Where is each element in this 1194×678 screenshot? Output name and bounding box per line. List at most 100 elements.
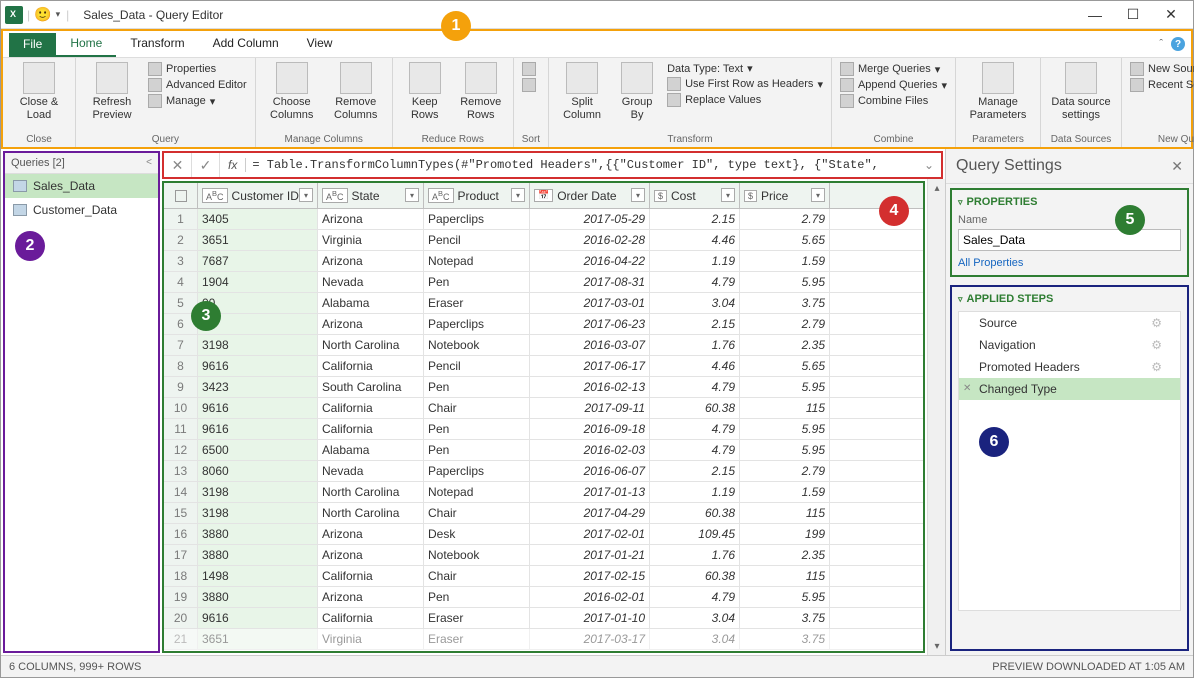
- cell-cost[interactable]: 1.19: [650, 251, 740, 271]
- table-row[interactable]: 73198North CarolinaNotebook2016-03-071.7…: [164, 335, 923, 356]
- cell-customer-id[interactable]: 3198: [198, 482, 318, 502]
- cell-customer-id[interactable]: 3651: [198, 230, 318, 250]
- table-row[interactable]: 143198North CarolinaNotepad2017-01-131.1…: [164, 482, 923, 503]
- advanced-editor-button[interactable]: Advanced Editor: [148, 78, 247, 92]
- cell-state[interactable]: California: [318, 566, 424, 586]
- column-header-price[interactable]: $Price▾: [740, 183, 830, 208]
- data-source-settings-button[interactable]: Data source settings: [1049, 62, 1113, 122]
- cell-order-date[interactable]: 2017-02-01: [530, 524, 650, 544]
- query-item-sales[interactable]: Sales_Data: [5, 174, 158, 198]
- cell-cost[interactable]: 3.04: [650, 629, 740, 649]
- cell-state[interactable]: North Carolina: [318, 335, 424, 355]
- cell-cost[interactable]: 109.45: [650, 524, 740, 544]
- cell-order-date[interactable]: 2016-02-28: [530, 230, 650, 250]
- remove-rows-button[interactable]: Remove Rows: [457, 62, 505, 122]
- cell-order-date[interactable]: 2017-01-10: [530, 608, 650, 628]
- minimize-button[interactable]: —: [1087, 7, 1103, 23]
- cell-order-date[interactable]: 2016-09-18: [530, 419, 650, 439]
- help-icon[interactable]: ?: [1171, 37, 1185, 51]
- table-row[interactable]: 126500AlabamaPen2016-02-034.795.95: [164, 440, 923, 461]
- table-row[interactable]: 213651VirginiaEraser2017-03-173.043.75: [164, 629, 923, 650]
- cell-cost[interactable]: 60.38: [650, 398, 740, 418]
- table-row[interactable]: 119616CaliforniaPen2016-09-184.795.95: [164, 419, 923, 440]
- cell-customer-id[interactable]: 3880: [198, 524, 318, 544]
- filter-icon[interactable]: ▾: [631, 188, 645, 202]
- cell-cost[interactable]: 2.15: [650, 314, 740, 334]
- cell-cost[interactable]: 4.79: [650, 587, 740, 607]
- cell-product[interactable]: Pen: [424, 272, 530, 292]
- table-row[interactable]: 93423South CarolinaPen2016-02-134.795.95: [164, 377, 923, 398]
- cell-price[interactable]: 2.79: [740, 209, 830, 229]
- cell-customer-id[interactable]: 7687: [198, 251, 318, 271]
- cell-order-date[interactable]: 2017-08-31: [530, 272, 650, 292]
- group-by-button[interactable]: Group By: [615, 62, 659, 122]
- cell-product[interactable]: Chair: [424, 566, 530, 586]
- data-type-button[interactable]: Data Type: Text ▾: [667, 62, 823, 75]
- cell-product[interactable]: Desk: [424, 524, 530, 544]
- column-header-product[interactable]: ABCProduct▾: [424, 183, 530, 208]
- tab-view[interactable]: View: [293, 31, 347, 57]
- sort-asc-button[interactable]: [522, 62, 536, 76]
- cell-cost[interactable]: 4.79: [650, 272, 740, 292]
- maximize-button[interactable]: ☐: [1125, 7, 1141, 23]
- cell-state[interactable]: Arizona: [318, 545, 424, 565]
- gear-icon[interactable]: ⚙: [1151, 338, 1162, 352]
- append-queries-button[interactable]: Append Queries ▾: [840, 78, 947, 92]
- cell-order-date[interactable]: 2017-05-29: [530, 209, 650, 229]
- cell-state[interactable]: South Carolina: [318, 377, 424, 397]
- cell-order-date[interactable]: 2017-04-29: [530, 503, 650, 523]
- table-row[interactable]: 193880ArizonaPen2016-02-014.795.95: [164, 587, 923, 608]
- cell-price[interactable]: 115: [740, 503, 830, 523]
- applied-step[interactable]: Promoted Headers⚙: [959, 356, 1180, 378]
- cell-order-date[interactable]: 2016-03-07: [530, 335, 650, 355]
- table-row[interactable]: 500AlabamaEraser2017-03-013.043.75: [164, 293, 923, 314]
- cell-price[interactable]: 115: [740, 398, 830, 418]
- cell-price[interactable]: 2.35: [740, 545, 830, 565]
- cell-price[interactable]: 5.95: [740, 440, 830, 460]
- table-row[interactable]: 13405ArizonaPaperclips2017-05-292.152.79: [164, 209, 923, 230]
- cell-customer-id[interactable]: 3651: [198, 629, 318, 649]
- cell-customer-id[interactable]: 1498: [198, 566, 318, 586]
- cell-customer-id[interactable]: 9616: [198, 608, 318, 628]
- query-item-customer[interactable]: Customer_Data: [5, 198, 158, 222]
- cell-order-date[interactable]: 2016-04-22: [530, 251, 650, 271]
- choose-columns-button[interactable]: Choose Columns: [264, 62, 320, 122]
- refresh-preview-button[interactable]: Refresh Preview: [84, 62, 140, 122]
- cell-cost[interactable]: 4.46: [650, 230, 740, 250]
- cell-state[interactable]: Arizona: [318, 209, 424, 229]
- tab-file[interactable]: File: [9, 33, 56, 57]
- applied-step[interactable]: Navigation⚙: [959, 334, 1180, 356]
- cell-price[interactable]: 3.75: [740, 293, 830, 313]
- applied-steps-title[interactable]: ▿APPLIED STEPS: [958, 293, 1181, 305]
- cell-customer-id[interactable]: 1904: [198, 272, 318, 292]
- cell-customer-id[interactable]: 3198: [198, 335, 318, 355]
- close-settings-button[interactable]: ✕: [1171, 158, 1183, 175]
- column-header-order-date[interactable]: 📅Order Date▾: [530, 183, 650, 208]
- cell-state[interactable]: North Carolina: [318, 482, 424, 502]
- cell-customer-id[interactable]: 3423: [198, 377, 318, 397]
- cell-customer-id[interactable]: 9616: [198, 356, 318, 376]
- cell-order-date[interactable]: 2017-03-17: [530, 629, 650, 649]
- cell-state[interactable]: Arizona: [318, 251, 424, 271]
- cell-product[interactable]: Notepad: [424, 482, 530, 502]
- cell-customer-id[interactable]: 3405: [198, 209, 318, 229]
- smile-icon[interactable]: 🙂: [34, 6, 51, 23]
- cell-cost[interactable]: 60.38: [650, 566, 740, 586]
- manage-button[interactable]: Manage ▾: [148, 94, 247, 108]
- filter-icon[interactable]: ▾: [811, 188, 825, 202]
- cell-state[interactable]: California: [318, 608, 424, 628]
- cell-state[interactable]: Arizona: [318, 587, 424, 607]
- cell-order-date[interactable]: 2017-06-17: [530, 356, 650, 376]
- gear-icon[interactable]: ⚙: [1151, 360, 1162, 374]
- cell-price[interactable]: 5.65: [740, 356, 830, 376]
- cell-price[interactable]: 1.59: [740, 251, 830, 271]
- cell-product[interactable]: Paperclips: [424, 209, 530, 229]
- cell-order-date[interactable]: 2016-02-13: [530, 377, 650, 397]
- fx-icon[interactable]: fx: [220, 158, 246, 172]
- cell-product[interactable]: Pen: [424, 587, 530, 607]
- scroll-down-button[interactable]: ▾: [928, 637, 946, 655]
- ribbon-collapse[interactable]: ˆ ?: [1159, 37, 1185, 51]
- table-row[interactable]: 41904NevadaPen2017-08-314.795.95: [164, 272, 923, 293]
- cell-state[interactable]: Virginia: [318, 629, 424, 649]
- cell-product[interactable]: Eraser: [424, 608, 530, 628]
